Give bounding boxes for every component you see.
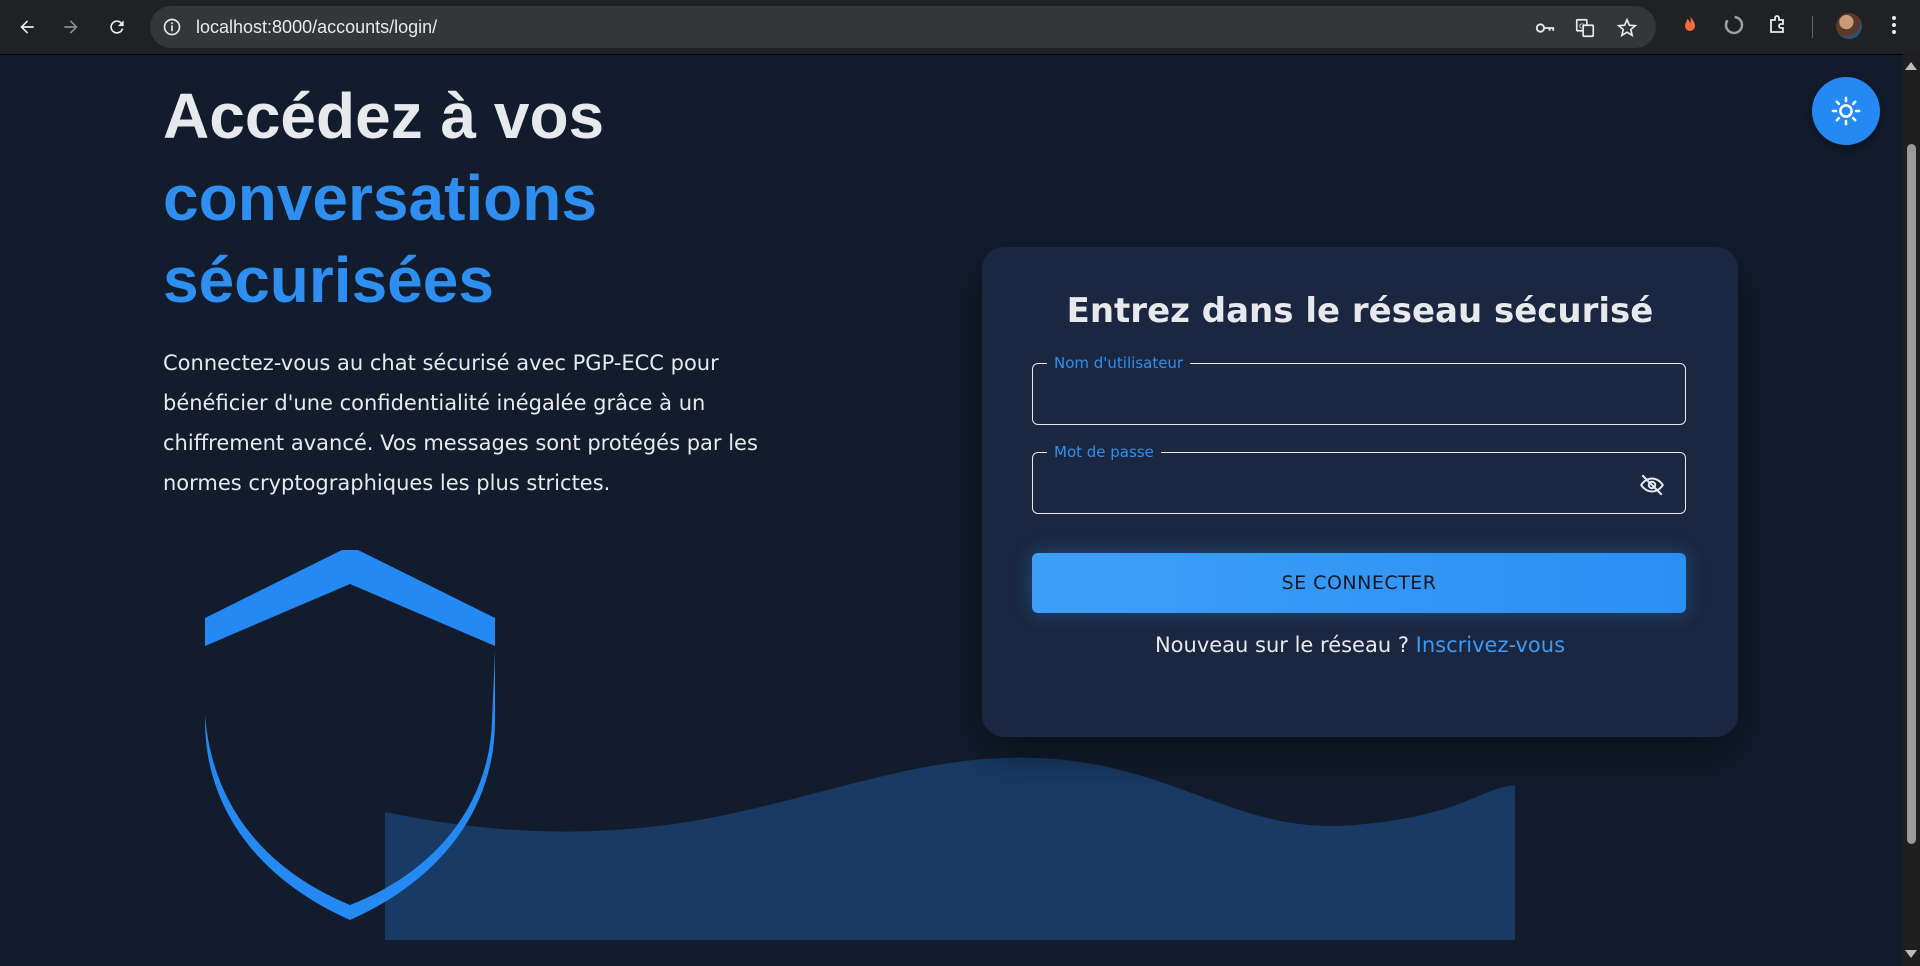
username-field[interactable]: Nom d'utilisateur: [1032, 353, 1686, 425]
login-title: Entrez dans le réseau sécurisé: [1066, 291, 1654, 331]
sun-icon: [1831, 96, 1861, 126]
arrow-left-icon: [20, 20, 34, 34]
scroll-down-arrow-icon[interactable]: [1905, 950, 1917, 958]
scroll-thumb[interactable]: [1907, 144, 1916, 844]
extension-sync-icon[interactable]: [1722, 13, 1746, 37]
hero-title: Accédez à vos conversations sécurisées: [163, 75, 604, 321]
back-button[interactable]: [12, 12, 42, 42]
svg-text:G: G: [1579, 21, 1585, 30]
login-submit-button[interactable]: SE CONNECTER: [1032, 553, 1686, 613]
site-info-icon[interactable]: [162, 17, 182, 37]
password-input[interactable]: [1033, 453, 1685, 513]
signup-link[interactable]: Inscrivez-vous: [1416, 633, 1565, 657]
signup-prompt: Nouveau sur le réseau ? Inscrivez-vous: [982, 623, 1738, 667]
arrow-right-icon: [64, 20, 78, 34]
toolbar-divider: [1812, 16, 1813, 38]
reload-icon: [110, 20, 124, 34]
forward-button[interactable]: [56, 12, 86, 42]
extension-fire-icon[interactable]: [1678, 13, 1702, 37]
bookmark-star-icon[interactable]: [1616, 17, 1638, 39]
theme-toggle-button[interactable]: [1812, 77, 1880, 145]
profile-avatar[interactable]: [1836, 13, 1862, 39]
hero-title-line3: sécurisées: [163, 244, 494, 316]
username-input[interactable]: [1033, 364, 1685, 424]
hero-title-line1: Accédez à vos: [163, 80, 605, 152]
translate-icon[interactable]: G: [1574, 17, 1596, 39]
address-bar[interactable]: localhost:8000/accounts/login/ G: [150, 6, 1656, 48]
url-text[interactable]: localhost:8000/accounts/login/: [196, 6, 437, 48]
browser-toolbar: localhost:8000/accounts/login/ G: [0, 0, 1920, 55]
hero-title-line2: conversations: [163, 162, 597, 234]
page-scrollbar[interactable]: [1903, 54, 1920, 966]
key-icon[interactable]: [1534, 17, 1556, 39]
more-menu-icon[interactable]: [1882, 13, 1906, 37]
extensions-puzzle-icon[interactable]: [1766, 13, 1790, 37]
password-label: Mot de passe: [1047, 442, 1161, 462]
login-card: Entrez dans le réseau sécurisé Nom d'uti…: [982, 247, 1738, 737]
hero-description: Connectez-vous au chat sécurisé avec PGP…: [163, 351, 758, 495]
username-label: Nom d'utilisateur: [1047, 353, 1191, 373]
signup-prompt-text: Nouveau sur le réseau ?: [1154, 633, 1416, 657]
eye-off-icon[interactable]: [1639, 472, 1665, 498]
shield-icon: [205, 550, 495, 920]
scroll-up-arrow-icon[interactable]: [1905, 62, 1917, 70]
login-page: Accédez à vos conversations sécurisées C…: [0, 55, 1903, 966]
wave-decoration: [385, 757, 1515, 940]
password-field[interactable]: Mot de passe: [1032, 442, 1686, 514]
reload-button[interactable]: [102, 12, 132, 42]
